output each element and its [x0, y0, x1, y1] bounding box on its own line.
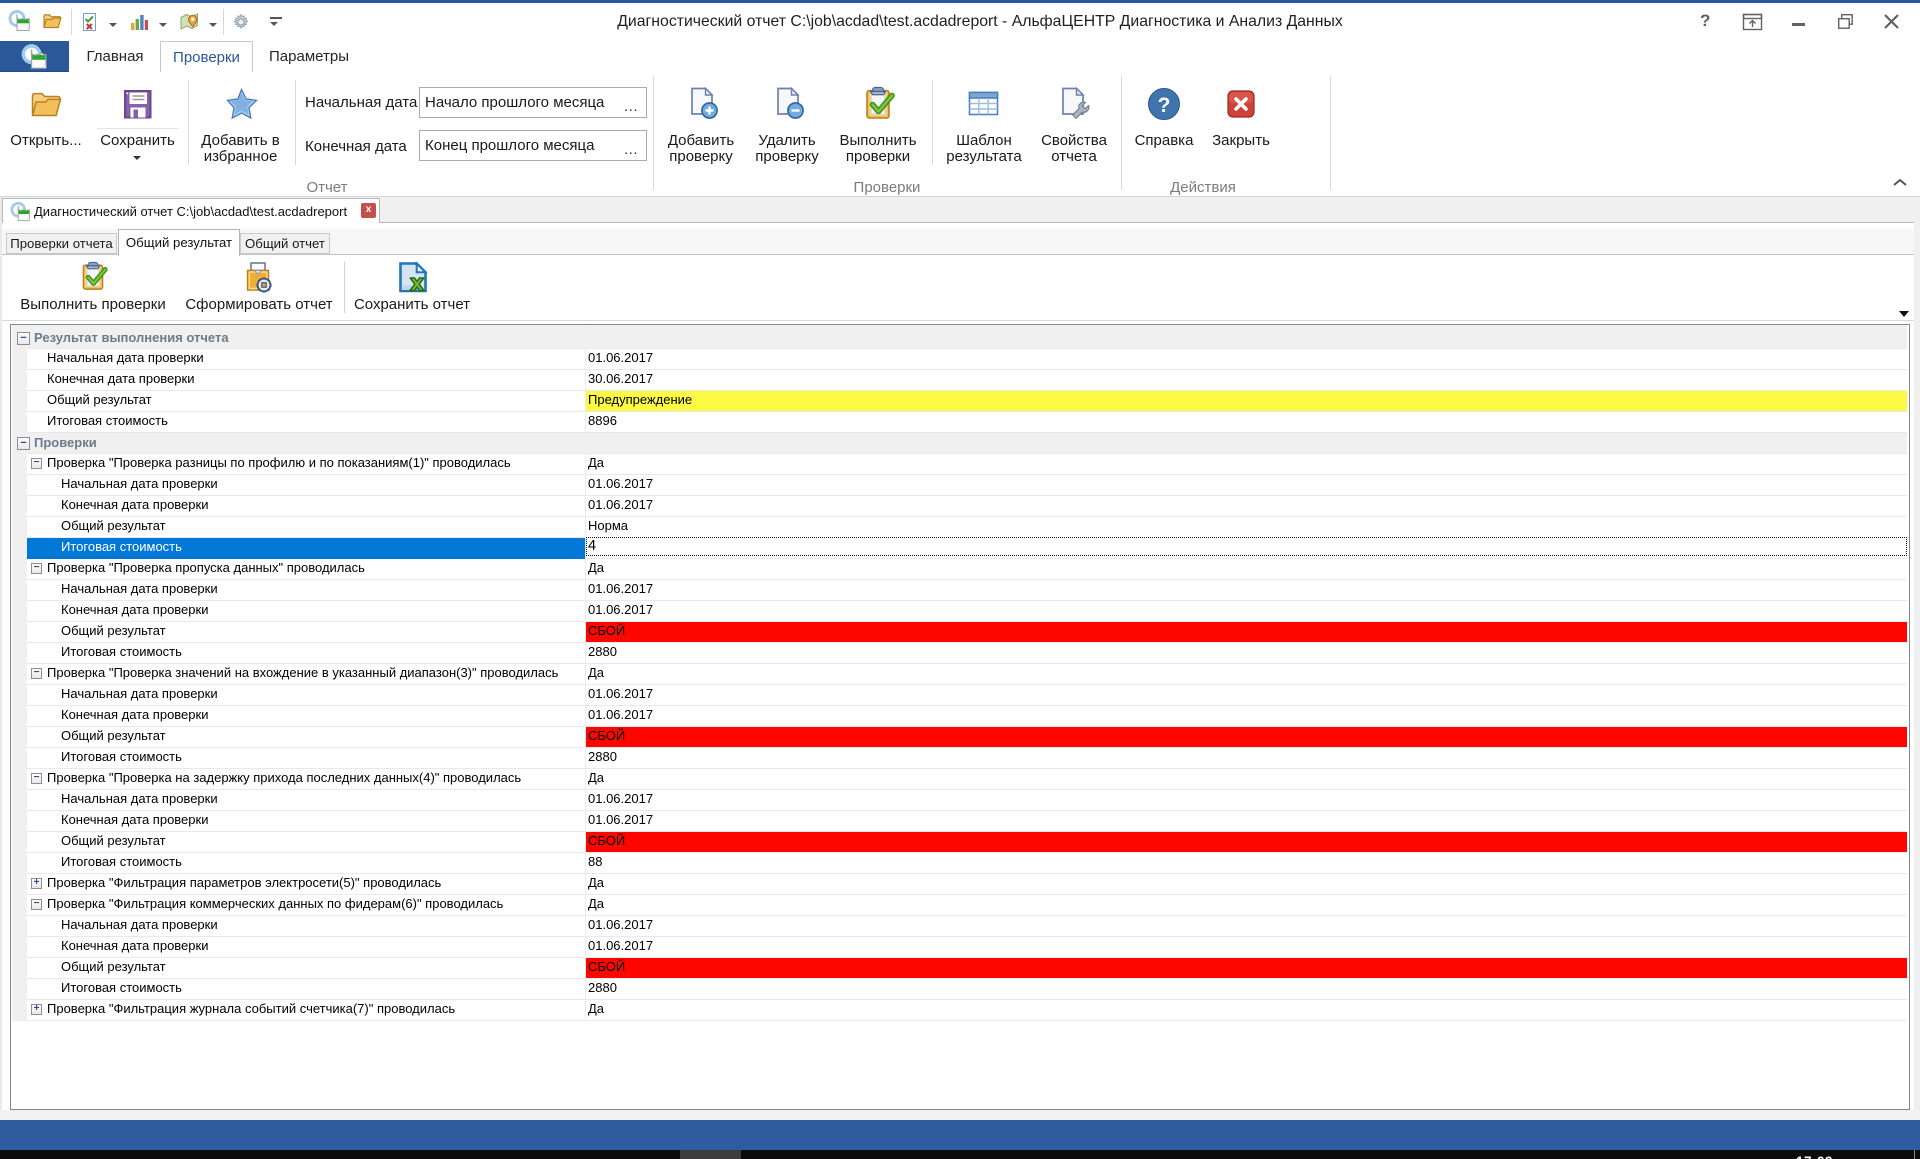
svg-text:?: ?	[1158, 94, 1171, 117]
